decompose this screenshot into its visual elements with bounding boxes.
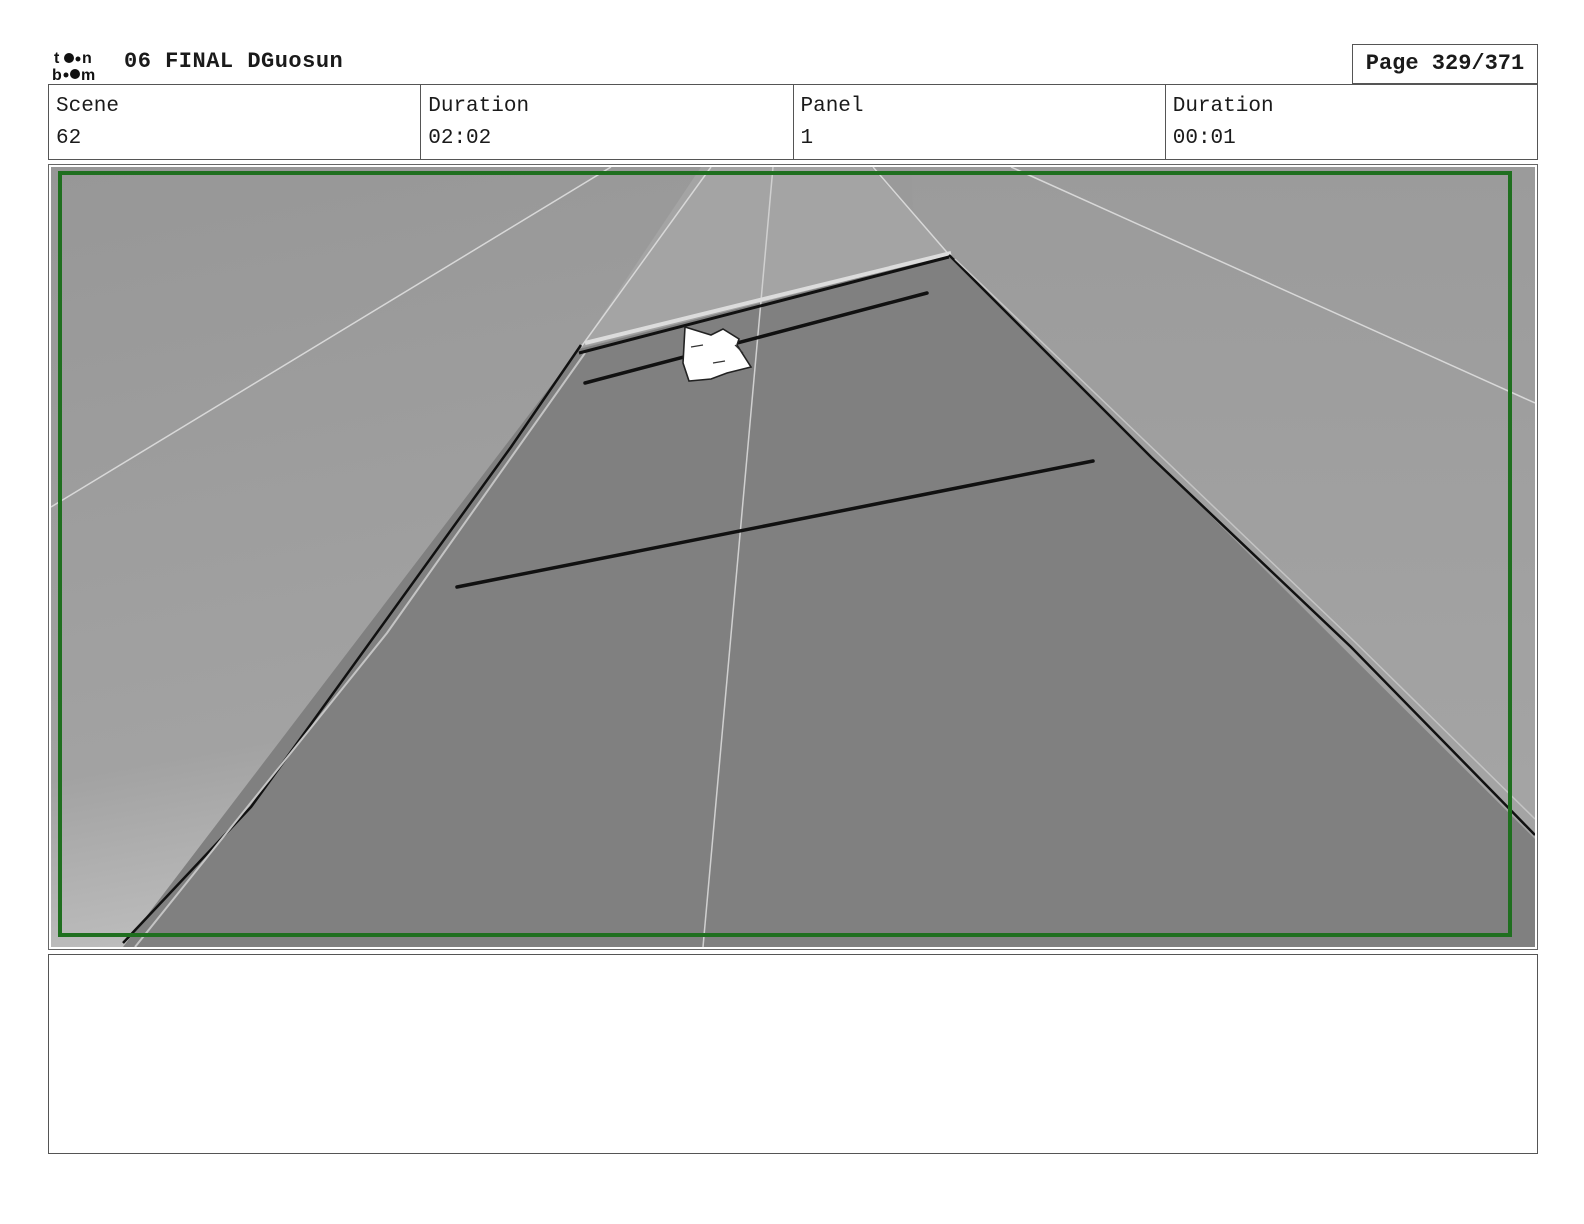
svg-text:b: b <box>52 67 62 82</box>
panel-drawing <box>51 167 1535 947</box>
scene-value: 62 <box>56 127 82 150</box>
document-title: 06 FINAL DGuosun <box>124 49 344 74</box>
scene-info-row: Scene 62 Duration 02:02 Panel 1 Duration… <box>48 84 1538 160</box>
panel-duration-cell: Duration 00:01 <box>1166 85 1537 159</box>
svg-text:m: m <box>81 67 95 82</box>
page-counter: Page 329/371 <box>1352 44 1538 84</box>
panel-label: Panel <box>800 95 864 118</box>
svg-text:t: t <box>54 50 60 67</box>
scene-duration-label: Duration <box>428 95 530 118</box>
storyboard-panel <box>48 164 1538 950</box>
storyboard-header: t n b m 06 FINAL DGuosun Page 329/371 <box>48 44 1538 84</box>
panel-value: 1 <box>800 127 814 150</box>
scene-cell: Scene 62 <box>49 85 422 159</box>
scene-duration-value: 02:02 <box>428 127 492 150</box>
svg-text:n: n <box>82 50 92 67</box>
panel-duration-value: 00:01 <box>1172 127 1236 150</box>
scene-label: Scene <box>56 95 120 118</box>
toonboom-logo-icon: t n b m <box>52 50 95 82</box>
panel-cell: Panel 1 <box>794 85 1166 159</box>
panel-notes[interactable] <box>48 954 1538 1154</box>
panel-duration-label: Duration <box>1172 95 1274 118</box>
scene-duration-cell: Duration 02:02 <box>421 85 794 159</box>
